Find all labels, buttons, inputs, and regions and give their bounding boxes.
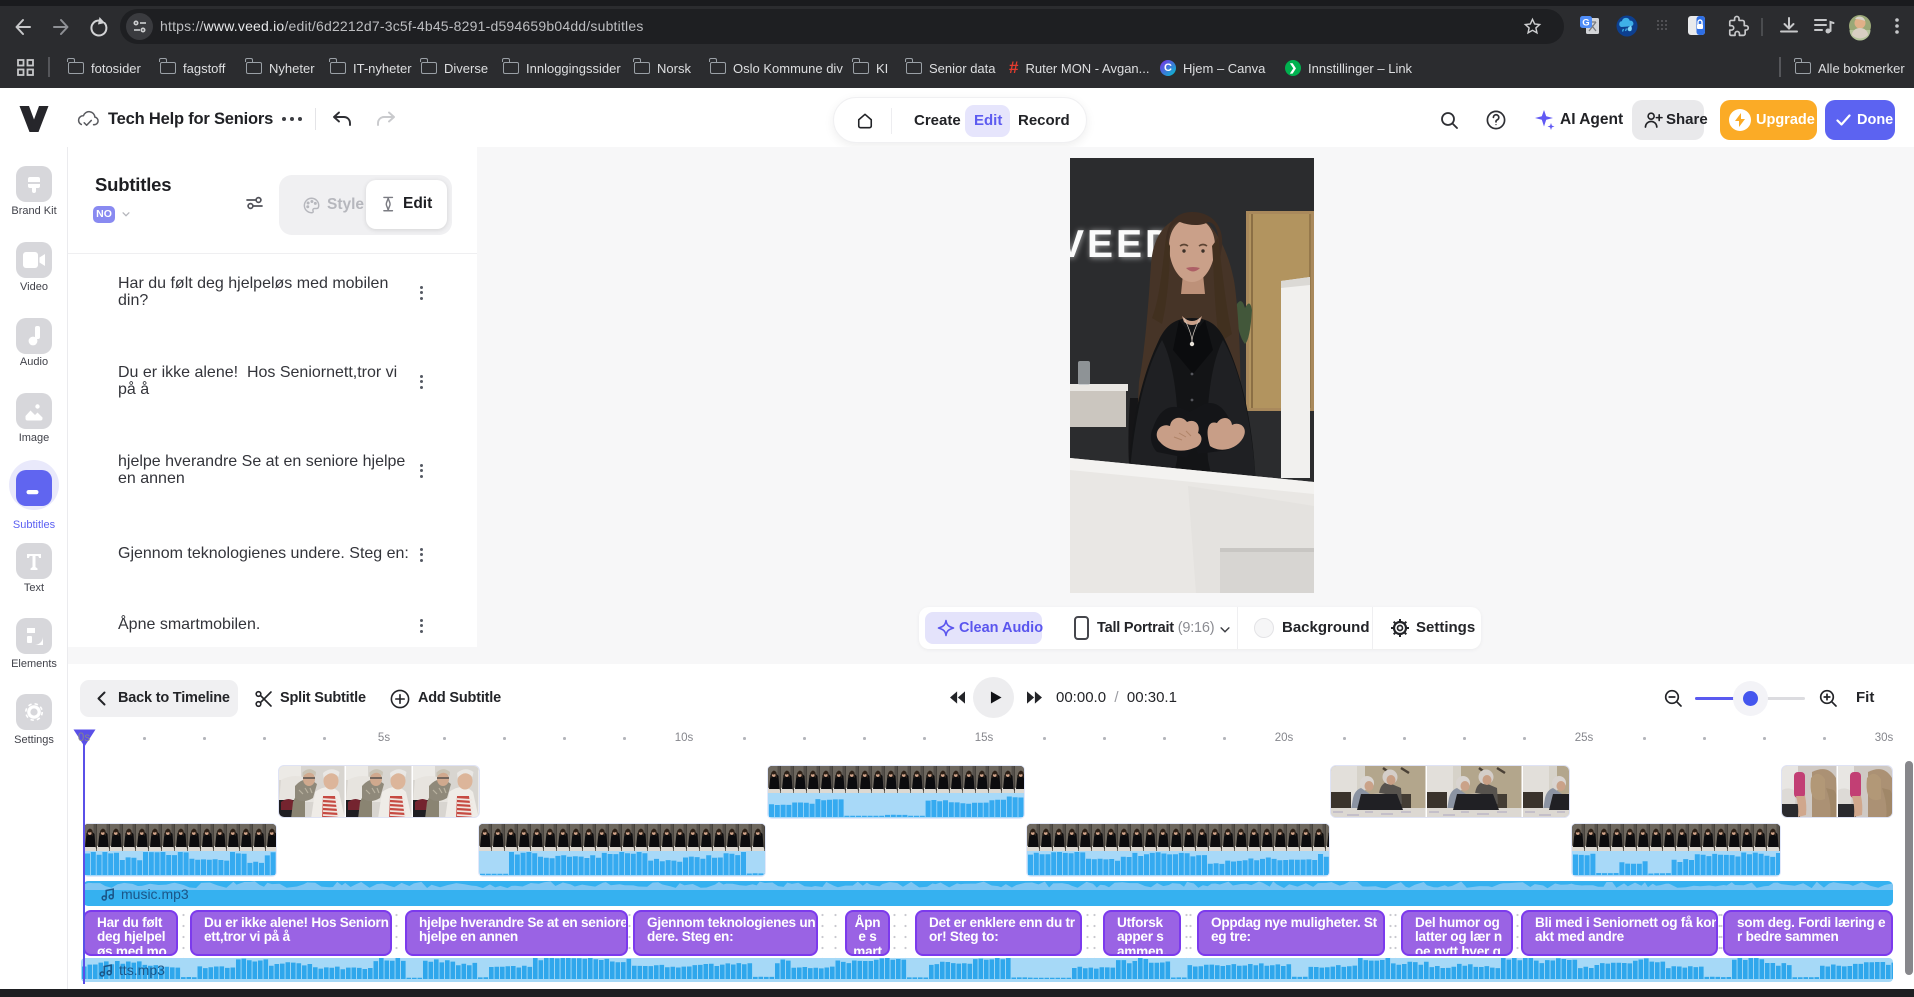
svg-text:G: G [1582,18,1589,29]
